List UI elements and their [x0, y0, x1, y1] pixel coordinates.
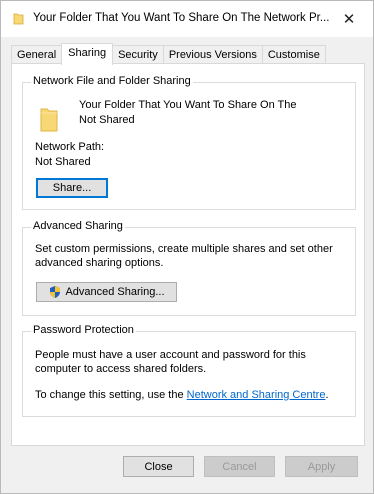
close-button[interactable]: Close [123, 456, 194, 477]
network-path-value: Not Shared [35, 156, 91, 168]
folder-name: Your Folder That You Want To Share On Th… [79, 99, 297, 111]
password-protection-legend: Password Protection [31, 324, 136, 336]
advanced-sharing-description-line1: Set custom permissions, create multiple … [35, 243, 333, 255]
advanced-sharing-description-line2: advanced sharing options. [35, 257, 164, 269]
advanced-sharing-group: Advanced Sharing Set custom permissions,… [22, 220, 356, 316]
title-bar[interactable]: Your Folder That You Want To Share On Th… [1, 1, 373, 37]
tab-customise[interactable]: Customise [261, 45, 326, 64]
uac-shield-icon [50, 286, 61, 298]
network-sharing-legend: Network File and Folder Sharing [31, 75, 193, 87]
window-title: Your Folder That You Want To Share On Th… [33, 12, 330, 24]
advanced-sharing-legend: Advanced Sharing [31, 220, 125, 232]
cancel-button[interactable]: Cancel [204, 456, 275, 477]
tab-previous-versions[interactable]: Previous Versions [162, 45, 263, 64]
tab-general[interactable]: General [11, 45, 63, 64]
change-setting-prefix: To change this setting, use the [35, 389, 187, 401]
tab-security[interactable]: Security [112, 45, 164, 64]
tab-sharing[interactable]: Sharing [61, 43, 114, 65]
password-protection-group: Password Protection People must have a u… [22, 324, 356, 417]
password-protection-description-line1: People must have a user account and pass… [35, 349, 306, 361]
password-protection-description-line2: computer to access shared folders. [35, 363, 207, 375]
sharing-properties-dialog: Your Folder That You Want To Share On Th… [0, 0, 374, 494]
apply-button[interactable]: Apply [285, 456, 358, 477]
network-sharing-group: Network File and Folder Sharing Your Fol… [22, 75, 356, 210]
advanced-sharing-button[interactable]: Advanced Sharing... [36, 282, 177, 302]
share-status: Not Shared [79, 114, 135, 126]
change-setting-suffix: . [325, 389, 329, 401]
change-setting-text: To change this setting, use the Network … [35, 388, 329, 402]
network-path-label: Network Path: [35, 141, 105, 153]
network-and-sharing-centre-link[interactable]: Network and Sharing Centre [187, 389, 326, 401]
tab-strip: General Sharing Security Previous Versio… [11, 43, 326, 65]
close-window-button[interactable]: ✕ [336, 7, 362, 31]
sharing-tab-panel: Network File and Folder Sharing Your Fol… [11, 63, 365, 446]
folder-icon [40, 108, 58, 132]
close-icon: ✕ [342, 11, 356, 28]
share-button[interactable]: Share... [36, 178, 108, 198]
advanced-sharing-button-label: Advanced Sharing... [65, 286, 165, 298]
folder-icon [13, 13, 24, 25]
